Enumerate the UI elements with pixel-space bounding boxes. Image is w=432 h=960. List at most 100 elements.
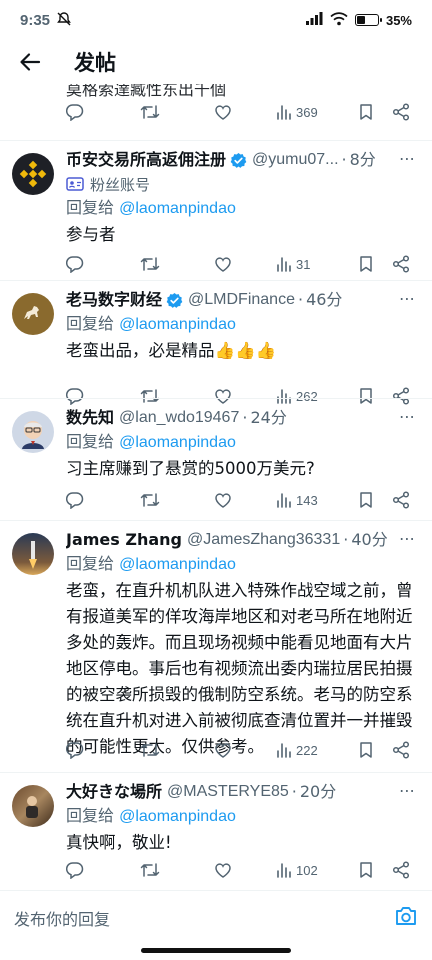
reply-button[interactable] bbox=[66, 255, 140, 273]
reply-prefix: 回复给 bbox=[66, 806, 115, 825]
share-button[interactable] bbox=[392, 741, 414, 759]
tweet-time[interactable]: 24分 bbox=[250, 407, 286, 429]
partial-tweet[interactable]: 莫格索達臧性东出千個 369 bbox=[0, 84, 432, 134]
mention-link[interactable]: @laomanpindao bbox=[119, 434, 236, 451]
bookmark-button[interactable] bbox=[358, 861, 392, 879]
reply-icon bbox=[66, 492, 84, 509]
user-handle[interactable]: @LMDFinance bbox=[188, 289, 295, 311]
reply-tweet[interactable]: James Zhang @JamesZhang36331 · 40分 回复给 @… bbox=[0, 520, 432, 772]
bookmark-button[interactable] bbox=[358, 491, 392, 509]
display-name[interactable]: 大好きな場所 bbox=[66, 781, 162, 803]
tweet-time[interactable]: 46分 bbox=[306, 289, 342, 311]
reply-button[interactable] bbox=[66, 741, 140, 759]
views-count: 102 bbox=[296, 862, 318, 878]
share-button[interactable] bbox=[392, 255, 414, 273]
avatar[interactable] bbox=[12, 153, 54, 195]
bookmark-button[interactable] bbox=[358, 741, 392, 759]
heart-icon bbox=[215, 257, 231, 272]
share-button[interactable] bbox=[392, 103, 414, 121]
mention-link[interactable]: @laomanpindao bbox=[119, 556, 236, 573]
share-button[interactable] bbox=[392, 861, 414, 879]
user-handle[interactable]: @lan_wdo19467 bbox=[119, 407, 239, 429]
user-handle[interactable]: @JamesZhang36331 bbox=[187, 529, 340, 551]
tweet-actions: 31 bbox=[66, 250, 416, 278]
tweet-text: 真快啊，敬业! bbox=[66, 833, 172, 852]
dot-separator: · bbox=[341, 150, 347, 169]
mention-link[interactable]: @laomanpindao bbox=[119, 808, 236, 825]
mention-link[interactable]: @laomanpindao bbox=[119, 316, 236, 333]
status-bar: 9:35 35% bbox=[0, 0, 432, 40]
dot-separator: · bbox=[343, 530, 349, 549]
views-button[interactable]: 369 bbox=[276, 104, 358, 120]
tweet-time[interactable]: 8分 bbox=[350, 149, 376, 171]
reply-to-line: 回复给 @laomanpindao bbox=[66, 313, 420, 336]
views-button[interactable]: 31 bbox=[276, 256, 358, 272]
tweet-time[interactable]: 40分 bbox=[351, 529, 387, 551]
like-button[interactable] bbox=[214, 741, 276, 759]
views-chart-icon bbox=[277, 257, 291, 272]
more-options-icon[interactable]: ⋯ bbox=[399, 149, 416, 168]
tweet-time[interactable]: 20分 bbox=[300, 781, 336, 803]
back-arrow-icon bbox=[20, 53, 41, 71]
retweet-button[interactable] bbox=[140, 255, 214, 273]
share-button[interactable] bbox=[392, 491, 414, 509]
like-button[interactable] bbox=[214, 103, 276, 121]
reply-to-line: 回复给 @laomanpindao bbox=[66, 553, 420, 576]
gesture-home-bar[interactable] bbox=[141, 948, 291, 953]
status-time: 9:35 bbox=[20, 11, 51, 29]
more-options-icon[interactable]: ⋯ bbox=[399, 407, 416, 426]
display-name[interactable]: 币安交易所高返佣注册 bbox=[66, 149, 226, 171]
avatar[interactable] bbox=[12, 411, 54, 453]
reply-button[interactable] bbox=[66, 491, 140, 509]
page-title: 发帖 bbox=[74, 51, 116, 75]
views-button[interactable]: 222 bbox=[276, 742, 358, 758]
reply-prefix: 回复给 bbox=[66, 432, 115, 451]
reply-button[interactable] bbox=[66, 861, 140, 879]
bookmark-button[interactable] bbox=[358, 103, 392, 121]
mention-link[interactable]: @laomanpindao bbox=[119, 200, 236, 217]
more-options-icon[interactable]: ⋯ bbox=[399, 289, 416, 308]
views-button[interactable]: 143 bbox=[276, 492, 358, 508]
like-button[interactable] bbox=[214, 255, 276, 273]
user-handle[interactable]: @yumu07... bbox=[252, 149, 339, 171]
user-handle[interactable]: @MASTERYE85 bbox=[167, 781, 289, 803]
camera-button[interactable] bbox=[394, 905, 418, 931]
share-icon bbox=[392, 103, 410, 121]
reply-input-placeholder[interactable]: 发布你的回复 bbox=[14, 906, 110, 930]
avatar[interactable] bbox=[12, 533, 54, 575]
reply-list[interactable]: 莫格索達臧性东出千個 369 币安交易所高返佣注册 @yumu07... · 8… bbox=[0, 84, 432, 890]
views-chart-icon bbox=[277, 743, 291, 758]
like-button[interactable] bbox=[214, 861, 276, 879]
retweet-button[interactable] bbox=[140, 103, 214, 121]
horse-logo-icon bbox=[24, 306, 39, 319]
display-name[interactable]: James Zhang bbox=[66, 529, 182, 551]
tweet-text: 习主席赚到了悬赏的5000万美元? bbox=[66, 459, 315, 478]
reply-to-line: 回复给 @laomanpindao bbox=[66, 805, 420, 828]
dot-separator: · bbox=[291, 782, 297, 801]
tweet-actions: 143 bbox=[66, 486, 416, 514]
reply-prefix: 回复给 bbox=[66, 314, 115, 333]
like-button[interactable] bbox=[214, 491, 276, 509]
reply-composer[interactable]: 发布你的回复 bbox=[0, 890, 432, 944]
reply-prefix: 回复给 bbox=[66, 198, 115, 217]
battery-icon bbox=[354, 14, 382, 26]
avatar[interactable] bbox=[12, 785, 54, 827]
reply-tweet[interactable]: 币安交易所高返佣注册 @yumu07... · 8分 粉丝账号 回复给 @lao… bbox=[0, 140, 432, 280]
verified-badge-icon bbox=[230, 152, 247, 169]
more-options-icon[interactable]: ⋯ bbox=[399, 781, 416, 800]
reply-prefix: 回复给 bbox=[66, 554, 115, 573]
retweet-button[interactable] bbox=[140, 861, 214, 879]
avatar[interactable] bbox=[12, 293, 54, 335]
reply-tweet[interactable]: 老马数字财经 @LMDFinance · 46分 回复给 @laomanpind… bbox=[0, 280, 432, 398]
id-card-icon bbox=[66, 177, 84, 191]
retweet-button[interactable] bbox=[140, 741, 214, 759]
bookmark-button[interactable] bbox=[358, 255, 392, 273]
back-button[interactable] bbox=[0, 40, 60, 84]
display-name[interactable]: 数先知 bbox=[66, 407, 114, 429]
reply-button[interactable] bbox=[66, 103, 140, 121]
views-button[interactable]: 102 bbox=[276, 862, 358, 878]
binance-logo-icon bbox=[19, 160, 47, 188]
retweet-button[interactable] bbox=[140, 491, 214, 509]
more-options-icon[interactable]: ⋯ bbox=[399, 529, 416, 548]
display-name[interactable]: 老马数字财经 bbox=[66, 289, 162, 311]
